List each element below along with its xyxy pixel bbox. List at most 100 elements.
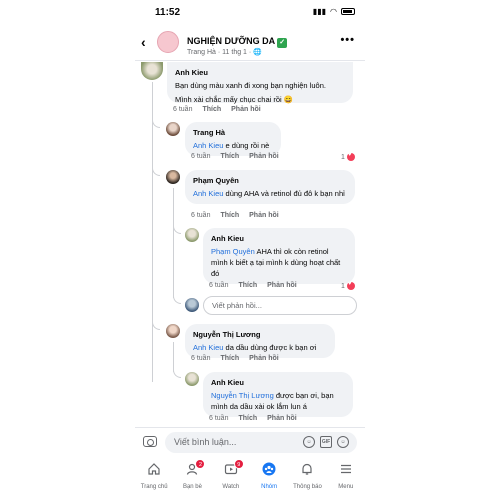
reply-button[interactable]: Phản hồi — [249, 355, 279, 362]
post-meta: Trang Hà · 11 thg 1 · 🌐 — [187, 49, 262, 56]
notification-badge: 9 — [233, 459, 244, 469]
heart-icon — [346, 152, 355, 161]
menu-icon — [340, 464, 351, 474]
tab-label: Nhóm — [261, 484, 278, 490]
comment-time[interactable]: 6 tuần — [209, 415, 228, 422]
battery-icon — [341, 8, 355, 15]
reply-input[interactable]: Viết phản hồi... — [203, 296, 357, 315]
reply-button[interactable]: Phản hồi — [231, 106, 261, 113]
smiley-icon[interactable]: ☺ — [337, 436, 349, 448]
comment-author[interactable]: Trang Hà — [193, 127, 273, 138]
like-button[interactable]: Thích — [220, 355, 239, 362]
comment-input[interactable]: Viết bình luận... ☺ GIF ☺ — [165, 432, 357, 453]
wifi-icon: ◠ — [330, 7, 337, 16]
like-button[interactable]: Thích — [220, 153, 239, 160]
more-options-icon[interactable]: ••• — [340, 34, 355, 46]
thread-connector — [152, 322, 160, 330]
comment-text: Nguyễn Thị Lương được bạn ơi, bạn mình d… — [211, 391, 334, 411]
tab-label: Thông báo — [293, 484, 322, 490]
thread-line — [173, 342, 174, 372]
home-icon — [148, 463, 160, 475]
reply-button[interactable]: Phản hồi — [267, 282, 297, 289]
tab-friends[interactable]: 2 Bạn bè — [173, 457, 211, 499]
thread-connector — [173, 370, 181, 378]
comment-composer: Viết bình luận... ☺ GIF ☺ — [135, 427, 365, 457]
mention-link[interactable]: Nguyễn Thị Lương — [211, 391, 274, 400]
comment-time[interactable]: 6 tuần — [209, 282, 228, 289]
comment-text: Anh Kieu da dầu dùng được k bạn ơi — [193, 343, 317, 352]
mention-link[interactable]: Phạm Quyên — [211, 247, 255, 256]
comment-text: Bạn dùng màu xanh đi xong bạn nghiện luô… — [175, 81, 326, 90]
tab-notifications[interactable]: Thông báo — [288, 457, 326, 499]
heart-icon — [346, 281, 355, 290]
mention-link[interactable]: Anh Kieu — [193, 189, 223, 198]
avatar[interactable] — [141, 62, 163, 80]
tab-label: Menu — [338, 484, 354, 490]
tab-home[interactable]: Trang chủ — [135, 457, 173, 499]
reaction-count[interactable]: 1 — [341, 152, 355, 161]
comment-time[interactable]: 6 tuần — [191, 153, 210, 160]
avatar[interactable] — [166, 170, 180, 184]
like-button[interactable]: Thích — [202, 106, 221, 113]
notification-badge: 2 — [195, 459, 206, 469]
mention-link[interactable]: Anh Kieu — [193, 141, 223, 150]
avatar[interactable] — [166, 122, 180, 136]
comment-author[interactable]: Anh Kieu — [211, 233, 347, 244]
group-avatar[interactable] — [157, 31, 179, 53]
comment-bubble: Anh Kieu Phạm Quyên AHA thì ok còn retin… — [203, 228, 355, 284]
comment-bubble: Nguyễn Thị Lương Anh Kieu da dầu dùng đư… — [185, 324, 335, 358]
avatar[interactable] — [166, 324, 180, 338]
thread-connector — [173, 296, 181, 304]
divider — [135, 60, 365, 61]
like-button[interactable]: Thích — [238, 415, 257, 422]
groups-icon — [262, 462, 276, 476]
avatar[interactable] — [185, 228, 199, 242]
status-time: 11:52 — [155, 7, 181, 18]
comment-time[interactable]: 6 tuần — [191, 355, 210, 362]
emoji-face-icon[interactable]: ☺ — [303, 436, 315, 448]
comment-author[interactable]: Nguyễn Thị Lương — [193, 329, 327, 340]
camera-icon[interactable] — [143, 436, 157, 447]
comment-actions: 6 tuần Thích Phản hồi — [191, 355, 279, 362]
status-icons: ▮▮▮ ◠ — [313, 7, 355, 16]
comment-time[interactable]: 6 tuần — [191, 212, 210, 219]
like-button[interactable]: Thích — [238, 282, 257, 289]
thread-connector — [152, 168, 160, 176]
comment-time[interactable]: 6 tuần — [173, 106, 192, 113]
tab-watch[interactable]: 9 Watch — [212, 457, 250, 499]
mention-link[interactable]: Anh Kieu — [193, 343, 223, 352]
thread-line — [152, 82, 153, 382]
comment-actions: 6 tuần Thích Phản hồi — [209, 282, 297, 289]
comment-actions: 6 tuần Thích Phản hồi — [209, 415, 297, 422]
reply-button[interactable]: Phản hồi — [249, 212, 279, 219]
comment-author[interactable]: Phạm Quyên — [193, 175, 347, 186]
back-arrow-icon[interactable]: ‹ — [141, 34, 146, 50]
comment-text: Mình xài chắc mấy chục chai rồi 😄 — [175, 95, 294, 104]
comment-author[interactable]: Anh Kieu — [175, 67, 345, 78]
bottom-tab-bar: Trang chủ 2 Bạn bè 9 Watch Nhóm Thông bá… — [135, 457, 365, 499]
globe-icon: 🌐 — [253, 49, 262, 56]
comment-text: Anh Kieu dùng AHA và retinol đủ đô k bạn… — [193, 189, 345, 198]
gif-icon[interactable]: GIF — [320, 436, 332, 448]
reply-button[interactable]: Phản hồi — [267, 415, 297, 422]
group-name[interactable]: NGHIỆN DƯỠNG DA ✓ — [187, 36, 288, 48]
comment-bubble: Trang Hà Anh Kieu e dùng rồi nè — [185, 122, 281, 156]
reaction-count[interactable]: 1 — [341, 281, 355, 290]
like-button[interactable]: Thích — [220, 212, 239, 219]
avatar[interactable] — [185, 372, 199, 386]
tab-menu[interactable]: Menu — [327, 457, 365, 499]
post-author[interactable]: Trang Hà — [187, 49, 216, 56]
comment-bubble: Phạm Quyên Anh Kieu dùng AHA và retinol … — [185, 170, 355, 204]
tab-label: Trang chủ — [140, 484, 168, 490]
current-user-avatar — [185, 298, 199, 312]
signal-icon: ▮▮▮ — [312, 7, 327, 16]
thread-connector — [173, 226, 181, 234]
bell-icon — [302, 463, 313, 475]
tab-label: Bạn bè — [182, 484, 202, 490]
thread-connector — [152, 120, 160, 128]
post-time[interactable]: 11 thg 1 — [222, 49, 247, 56]
tab-groups[interactable]: Nhóm — [250, 457, 288, 499]
comment-actions: 6 tuần Thích Phản hồi — [173, 106, 261, 113]
reply-button[interactable]: Phản hồi — [249, 153, 279, 160]
comment-author[interactable]: Anh Kieu — [211, 377, 345, 388]
